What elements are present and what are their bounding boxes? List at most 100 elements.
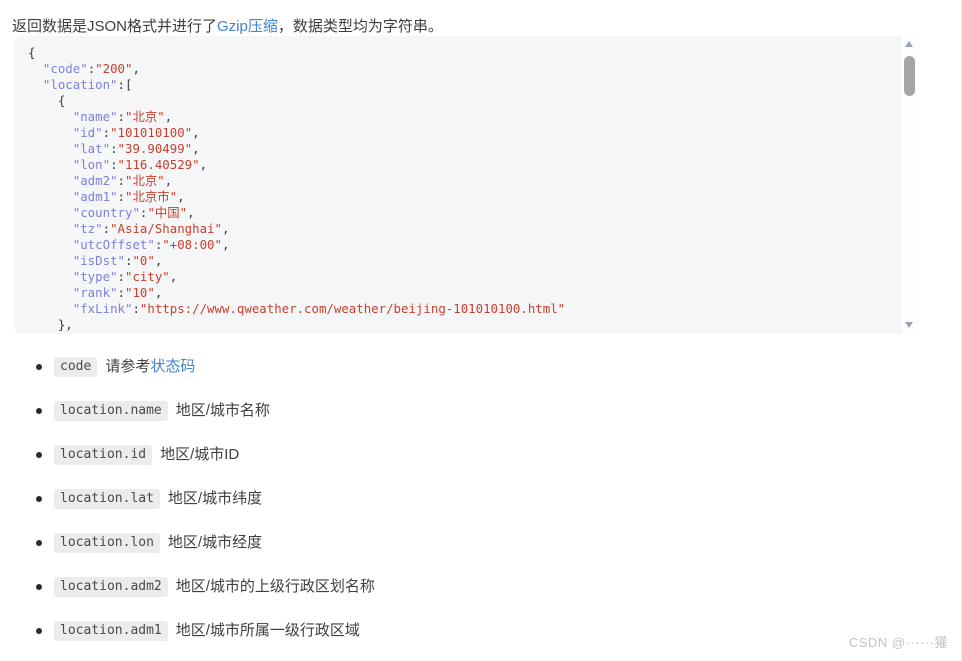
code-token-punct: , bbox=[164, 173, 173, 188]
code-token-punct bbox=[28, 205, 73, 220]
code-line: "lon":"116.40529", bbox=[28, 157, 207, 172]
code-line: }, bbox=[28, 317, 73, 332]
code-token-str: "北京市" bbox=[125, 189, 178, 204]
code-token-punct: , bbox=[132, 61, 140, 76]
code-token-str: "中国" bbox=[147, 205, 188, 220]
code-token-punct bbox=[28, 141, 73, 156]
code-token-punct: : bbox=[110, 141, 118, 156]
scrollbar-thumb[interactable] bbox=[904, 56, 915, 96]
code-token-key: "lon" bbox=[72, 157, 111, 172]
code-token-key: "type" bbox=[72, 269, 118, 284]
code-line: "tz":"Asia/Shanghai", bbox=[28, 221, 230, 236]
code-token-key: "adm1" bbox=[72, 189, 118, 204]
code-token-key: "isDst" bbox=[72, 253, 125, 268]
code-line: "code":"200", bbox=[28, 61, 140, 76]
code-line: "fxLink":"https://www.qweather.com/weath… bbox=[28, 301, 565, 316]
bullet-icon bbox=[36, 584, 42, 590]
list-item: location.lon 地区/城市经度 bbox=[22, 521, 922, 565]
code-token-key: "id" bbox=[72, 125, 103, 140]
field-name-code: code bbox=[54, 357, 98, 377]
code-token-key: "rank" bbox=[72, 285, 118, 300]
code-token-str: "200" bbox=[95, 61, 133, 76]
code-token-punct: : bbox=[117, 189, 125, 204]
code-token-key: "fxLink" bbox=[72, 301, 133, 316]
code-token-str: "39.90499" bbox=[117, 141, 193, 156]
code-token-punct bbox=[28, 125, 73, 140]
code-token-punct bbox=[28, 173, 73, 188]
code-block-scrollbar[interactable] bbox=[900, 36, 918, 334]
code-token-punct bbox=[28, 269, 73, 284]
intro-text-after: ，数据类型均为字符串。 bbox=[277, 18, 443, 35]
code-token-punct: , bbox=[164, 109, 173, 124]
code-line: { bbox=[28, 93, 65, 108]
code-line: "rank":"10", bbox=[28, 285, 163, 300]
field-description: 地区/城市名称 bbox=[176, 401, 270, 421]
code-token-punct: }, bbox=[28, 317, 73, 332]
code-token-punct: , bbox=[221, 237, 230, 252]
field-name-code: location.id bbox=[54, 445, 153, 465]
field-description-text: 地区/城市的上级行政区划名称 bbox=[175, 578, 375, 595]
bullet-icon bbox=[36, 364, 42, 370]
code-token-key: "name" bbox=[72, 109, 118, 124]
list-item: location.lat 地区/城市纬度 bbox=[22, 477, 922, 521]
field-name-code: location.name bbox=[54, 401, 168, 421]
code-token-punct: : bbox=[117, 173, 125, 188]
triangle-down-icon bbox=[905, 322, 913, 328]
bullet-icon bbox=[36, 540, 42, 546]
code-scroll-viewport[interactable]: { "code":"200", "location":[ { "name":"北… bbox=[14, 36, 918, 334]
code-line: "location":[ bbox=[28, 77, 133, 92]
code-token-str: "city" bbox=[125, 269, 170, 284]
bullet-icon bbox=[36, 496, 42, 502]
bullet-icon bbox=[36, 408, 42, 414]
code-token-str: "https://www.qweather.com/weather/beijin… bbox=[139, 301, 566, 316]
code-token-punct: , bbox=[154, 285, 163, 300]
code-token-punct: , bbox=[177, 189, 185, 204]
code-token-str: "10" bbox=[125, 285, 155, 300]
code-token-str: "北京" bbox=[125, 173, 165, 188]
code-token-punct: , bbox=[169, 269, 178, 284]
code-token-punct bbox=[28, 189, 73, 204]
gzip-compression-link[interactable]: Gzip压缩 bbox=[217, 18, 278, 35]
code-token-str: "北京" bbox=[125, 109, 165, 124]
code-token-punct: , bbox=[221, 221, 230, 236]
json-response-code-block: { "code":"200", "location":[ { "name":"北… bbox=[14, 36, 918, 334]
code-token-punct bbox=[28, 253, 73, 268]
code-token-punct: , bbox=[199, 157, 208, 172]
list-item: location.name 地区/城市名称 bbox=[22, 389, 922, 433]
code-token-punct: , bbox=[192, 125, 200, 140]
code-token-str: "101010100" bbox=[110, 125, 193, 140]
code-token-key: "country" bbox=[72, 205, 140, 220]
field-description-text: 地区/城市ID bbox=[160, 446, 240, 463]
code-line: "isDst":"0", bbox=[28, 253, 163, 268]
code-token-punct: , bbox=[187, 205, 195, 220]
code-token-str: "+08:00" bbox=[162, 237, 222, 252]
code-line: "country":"中国", bbox=[28, 205, 195, 220]
code-token-str: "0" bbox=[132, 253, 155, 268]
code-line: "name":"北京", bbox=[28, 109, 172, 124]
code-line: "adm1":"北京市", bbox=[28, 189, 185, 204]
code-token-punct: : bbox=[117, 285, 125, 300]
field-description: 请参考状态码 bbox=[105, 357, 195, 377]
field-description-text: 请参考 bbox=[105, 358, 151, 375]
bullet-icon bbox=[36, 452, 42, 458]
code-token-key: "lat" bbox=[72, 141, 111, 156]
scroll-up-button[interactable] bbox=[901, 37, 918, 52]
status-code-link[interactable]: 状态码 bbox=[150, 358, 195, 375]
triangle-up-icon bbox=[905, 41, 913, 47]
field-description-list: code 请参考状态码 location.name 地区/城市名称 location.i… bbox=[22, 345, 922, 653]
scroll-down-button[interactable] bbox=[901, 318, 918, 333]
field-description-text: 地区/城市经度 bbox=[167, 534, 263, 551]
field-description: 地区/城市的上级行政区划名称 bbox=[176, 577, 375, 597]
code-line: "utcOffset":"+08:00", bbox=[28, 237, 230, 252]
code-line: "id":"101010100", bbox=[28, 125, 200, 140]
code-token-punct bbox=[28, 157, 73, 172]
code-token-str: "116.40529" bbox=[117, 157, 200, 172]
code-token-punct bbox=[28, 237, 73, 252]
code-token-punct bbox=[28, 301, 73, 316]
field-description: 地区/城市所属一级行政区域 bbox=[176, 621, 360, 641]
json-code-content: { "code":"200", "location":[ { "name":"北… bbox=[14, 36, 918, 333]
list-item: code 请参考状态码 bbox=[22, 345, 922, 389]
field-name-code: location.adm1 bbox=[54, 621, 168, 641]
code-token-punct bbox=[28, 221, 73, 236]
code-line: "lat":"39.90499", bbox=[28, 141, 200, 156]
